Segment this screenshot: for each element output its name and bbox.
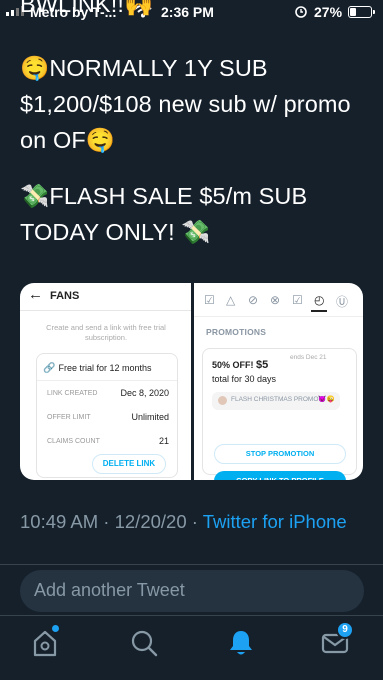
media-image-promotions[interactable]: ☑ △ ⊘ ⊗ ☑ ◴ Ⓤ PROMOTIONS 50% OFF! $5 tot… <box>194 283 363 480</box>
info-row-link-created: LINK CREATED Dec 8, 2020 <box>47 388 169 398</box>
home-icon <box>31 628 61 658</box>
link-icon: 🔗 <box>43 363 56 374</box>
source-link[interactable]: Twitter for iPhone <box>203 511 347 532</box>
tab-home[interactable] <box>31 625 61 658</box>
trial-label: Free trial for 12 months <box>58 363 152 373</box>
fans-header: ← FANS <box>20 283 191 311</box>
offer-duration: total for 30 days <box>212 374 277 384</box>
check-circle-icon: ☑ <box>204 293 215 307</box>
info-row-key: CLAIMS COUNT <box>47 438 100 445</box>
fans-title: FANS <box>50 290 80 302</box>
promotion-card: 50% OFF! $5 total for 30 days ends Dec 2… <box>202 348 357 480</box>
trial-title-row: 🔗 Free trial for 12 months <box>43 363 152 374</box>
tab-search[interactable] <box>129 628 159 658</box>
ends-date: ends Dec 21 <box>290 354 327 361</box>
new-content-dot <box>52 625 59 632</box>
info-row-value: Dec 8, 2020 <box>120 388 169 398</box>
tweet-text-cutoff: BWLINK!!🙌 <box>20 0 154 17</box>
bell-icon <box>226 628 256 658</box>
media-image-fans[interactable]: ← FANS Create and send a link with free … <box>20 283 191 480</box>
info-row-value: 21 <box>158 436 169 446</box>
gift-icon: ◴ <box>314 293 325 307</box>
divider <box>194 316 363 317</box>
offer-headline: 50% OFF! $5 <box>212 359 268 371</box>
fans-subtitle: Create and send a link with free trial s… <box>46 323 166 342</box>
active-tab-indicator <box>311 310 327 312</box>
back-arrow-icon: ← <box>28 286 43 303</box>
promo-message-text: FLASH CHRISTMAS PROMO😈😜 <box>231 396 335 403</box>
info-row-key: OFFER LIMIT <box>47 414 91 421</box>
tab-notifications[interactable] <box>226 628 256 658</box>
timestamp-text: 10:49 AM · 12/20/20 · <box>20 511 203 532</box>
offer-price: $5 <box>256 359 269 371</box>
stop-promotion-button[interactable]: STOP PROMOTION <box>214 444 346 464</box>
reply-placeholder: Add another Tweet <box>34 580 185 600</box>
warning-icon: △ <box>226 293 236 307</box>
delete-link-button[interactable]: DELETE LINK <box>92 454 166 474</box>
tweet-timestamp: 10:49 AM · 12/20/20 · Twitter for iPhone <box>20 509 365 535</box>
info-row-key: LINK CREATED <box>47 390 98 397</box>
tweet-media[interactable]: ← FANS Create and send a link with free … <box>20 283 363 480</box>
promo-message: FLASH CHRISTMAS PROMO😈😜 <box>212 392 340 410</box>
tweet-paragraph-1: 🤤NORMALLY 1Y SUB $1,200/$108 new sub w/ … <box>20 55 351 153</box>
search-icon <box>129 628 159 658</box>
offer-discount: 50% OFF! <box>212 360 254 370</box>
divider <box>37 380 177 381</box>
divider <box>0 564 383 565</box>
promo-icon-row: ☑ △ ⊘ ⊗ ☑ ◴ Ⓤ <box>202 293 357 311</box>
tab-messages[interactable]: 9 <box>320 621 354 658</box>
tweet-paragraph-2: 💸FLASH SALE $5/m SUB TODAY ONLY! 💸 <box>20 183 308 245</box>
bottom-tab-bar: 9 <box>0 615 383 680</box>
info-row-value: Unlimited <box>131 412 169 422</box>
checkbox-icon: ☑ <box>292 293 303 307</box>
avatar <box>218 396 227 405</box>
notification-badge: 9 <box>336 621 354 639</box>
slash-circle-icon: ⊘ <box>248 293 259 307</box>
copy-link-button[interactable]: COPY LINK TO PROFILE <box>214 471 346 480</box>
info-row-claims-count: CLAIMS COUNT 21 <box>47 436 169 446</box>
info-row-offer-limit: OFFER LIMIT Unlimited <box>47 412 169 422</box>
add-tweet-input[interactable]: Add another Tweet <box>20 570 364 612</box>
dollar-circle-icon: Ⓤ <box>336 295 349 309</box>
x-circle-icon: ⊗ <box>270 293 281 307</box>
promotions-title: PROMOTIONS <box>206 327 267 337</box>
